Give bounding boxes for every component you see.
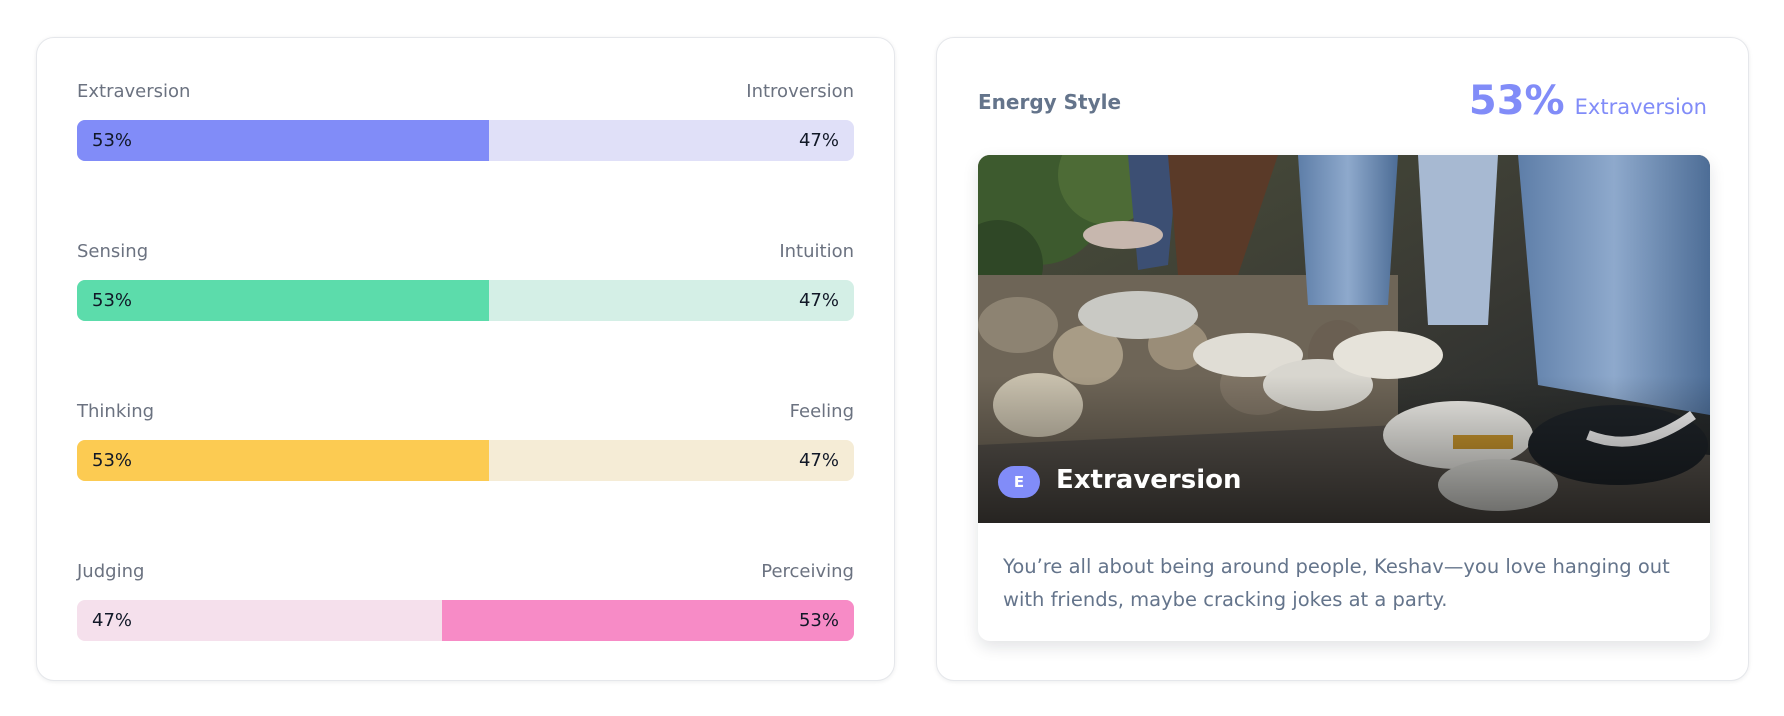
energy-score: 53% Extraversion [1469,78,1707,124]
right-percentage: 53% [798,610,839,631]
energy-style-card: Energy Style 53% Extraversion E Extraver… [936,37,1749,681]
energy-percentage: 53% [1468,78,1565,124]
energy-style-title: Energy Style [978,90,1122,114]
trait-bar: 53% 47% [77,440,854,481]
trait-bar-fill [77,440,489,481]
trait-right-label: Feeling [789,401,854,422]
trait-sensing-intuition: Sensing Intuition 53% 47% [77,240,854,321]
trait-breakdown-card: Extraversion Introversion 53% 47% Sensin… [36,37,895,681]
right-percentage: 47% [798,130,839,151]
right-percentage: 47% [798,450,839,471]
left-percentage: 47% [92,610,133,631]
left-percentage: 53% [92,290,133,311]
photo-caption: Extraversion [1056,465,1242,495]
trait-judging-perceiving: Judging Perceiving 47% 53% [77,560,854,641]
right-percentage: 47% [798,290,839,311]
trait-bar: 47% 53% [77,600,854,641]
trait-right-label: Perceiving [761,561,854,582]
trait-bar: 53% 47% [77,120,854,161]
trait-bar-fill [77,120,489,161]
trait-left-label: Thinking [77,401,155,422]
energy-type-name: Extraversion [1574,95,1707,119]
trait-left-label: Sensing [77,241,149,262]
trait-left-label: Extraversion [77,81,191,102]
trait-thinking-feeling: Thinking Feeling 53% 47% [77,400,854,481]
left-percentage: 53% [92,130,133,151]
trait-right-label: Introversion [746,81,854,102]
left-percentage: 53% [92,450,133,471]
trait-bar-fill [442,600,854,641]
trait-right-label: Intuition [779,241,854,262]
energy-description: You’re all about being around people, Ke… [1003,555,1670,611]
type-letter-badge: E [998,466,1040,498]
trait-bar: 53% 47% [77,280,854,321]
trait-extraversion-introversion: Extraversion Introversion 53% 47% [77,80,854,161]
trait-bar-fill [77,280,489,321]
energy-photo-card: E Extraversion You’re all about being ar… [978,155,1710,641]
trait-left-label: Judging [77,561,145,582]
